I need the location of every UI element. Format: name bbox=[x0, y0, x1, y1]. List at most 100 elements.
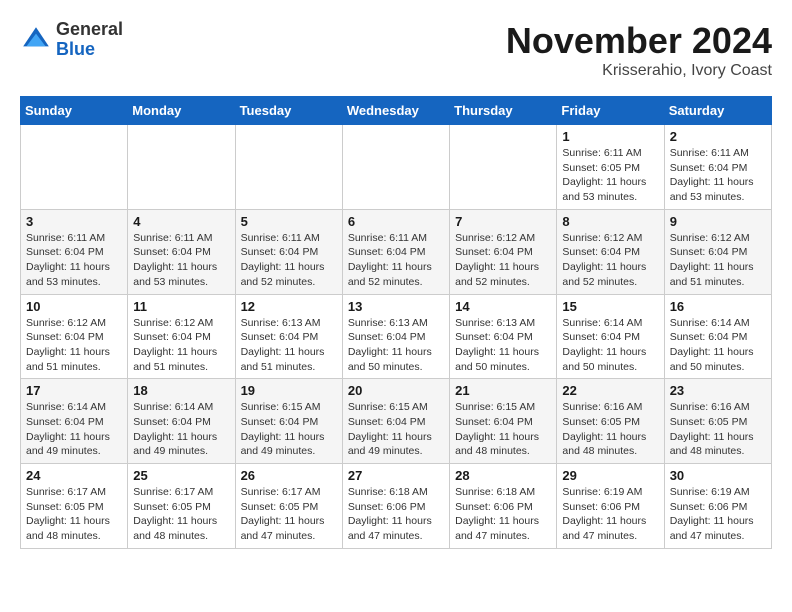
calendar-cell: 13 Sunrise: 6:13 AMSunset: 6:04 PMDayligh… bbox=[342, 294, 449, 379]
calendar-cell: 9 Sunrise: 6:12 AMSunset: 6:04 PMDaylight… bbox=[664, 209, 771, 294]
calendar-cell: 26 Sunrise: 6:17 AMSunset: 6:05 PMDayligh… bbox=[235, 464, 342, 549]
day-info: Sunrise: 6:17 AMSunset: 6:05 PMDaylight:… bbox=[133, 485, 229, 544]
calendar-cell bbox=[235, 125, 342, 210]
weekday-wednesday: Wednesday bbox=[342, 97, 449, 125]
day-info: Sunrise: 6:14 AMSunset: 6:04 PMDaylight:… bbox=[26, 400, 122, 459]
day-info: Sunrise: 6:12 AMSunset: 6:04 PMDaylight:… bbox=[455, 231, 551, 290]
day-number: 30 bbox=[670, 468, 766, 483]
day-number: 14 bbox=[455, 299, 551, 314]
calendar-cell: 15Sunrise: 6:14 AMSunset: 6:04 PMDayligh… bbox=[557, 294, 664, 379]
calendar-cell: 17 Sunrise: 6:14 AMSunset: 6:04 PMDayligh… bbox=[21, 379, 128, 464]
day-number: 7 bbox=[455, 214, 551, 229]
day-number: 8 bbox=[562, 214, 658, 229]
day-number: 29 bbox=[562, 468, 658, 483]
day-info: Sunrise: 6:11 AMSunset: 6:04 PMDaylight:… bbox=[348, 231, 444, 290]
weekday-friday: Friday bbox=[557, 97, 664, 125]
calendar-cell: 10Sunrise: 6:12 AMSunset: 6:04 PMDayligh… bbox=[21, 294, 128, 379]
calendar-cell: 5Sunrise: 6:11 AMSunset: 6:04 PMDaylight… bbox=[235, 209, 342, 294]
calendar-body: 1 Sunrise: 6:11 AMSunset: 6:05 PMDaylight… bbox=[21, 125, 772, 549]
logo: General Blue bbox=[20, 20, 123, 60]
calendar-cell: 6 Sunrise: 6:11 AMSunset: 6:04 PMDaylight… bbox=[342, 209, 449, 294]
day-number: 2 bbox=[670, 129, 766, 144]
day-info: Sunrise: 6:11 AMSunset: 6:04 PMDaylight:… bbox=[133, 231, 229, 290]
day-info: Sunrise: 6:17 AMSunset: 6:05 PMDaylight:… bbox=[241, 485, 337, 544]
day-info: Sunrise: 6:15 AMSunset: 6:04 PMDaylight:… bbox=[348, 400, 444, 459]
day-info: Sunrise: 6:11 AMSunset: 6:04 PMDaylight:… bbox=[241, 231, 337, 290]
calendar-cell: 12 Sunrise: 6:13 AMSunset: 6:04 PMDayligh… bbox=[235, 294, 342, 379]
day-info: Sunrise: 6:11 AMSunset: 6:05 PMDaylight:… bbox=[562, 146, 658, 205]
calendar-cell: 23Sunrise: 6:16 AMSunset: 6:05 PMDayligh… bbox=[664, 379, 771, 464]
weekday-thursday: Thursday bbox=[450, 97, 557, 125]
day-info: Sunrise: 6:18 AMSunset: 6:06 PMDaylight:… bbox=[455, 485, 551, 544]
calendar-cell: 29Sunrise: 6:19 AMSunset: 6:06 PMDayligh… bbox=[557, 464, 664, 549]
day-number: 13 bbox=[348, 299, 444, 314]
day-number: 17 bbox=[26, 383, 122, 398]
calendar-cell: 1 Sunrise: 6:11 AMSunset: 6:05 PMDaylight… bbox=[557, 125, 664, 210]
day-info: Sunrise: 6:14 AMSunset: 6:04 PMDaylight:… bbox=[133, 400, 229, 459]
page-header: General Blue November 2024 Krisserahio, … bbox=[20, 20, 772, 80]
day-number: 9 bbox=[670, 214, 766, 229]
calendar-cell bbox=[450, 125, 557, 210]
month-title: November 2024 bbox=[506, 20, 772, 62]
day-info: Sunrise: 6:13 AMSunset: 6:04 PMDaylight:… bbox=[241, 316, 337, 375]
day-number: 16 bbox=[670, 299, 766, 314]
day-number: 1 bbox=[562, 129, 658, 144]
weekday-saturday: Saturday bbox=[664, 97, 771, 125]
day-number: 20 bbox=[348, 383, 444, 398]
day-info: Sunrise: 6:14 AMSunset: 6:04 PMDaylight:… bbox=[670, 316, 766, 375]
day-number: 4 bbox=[133, 214, 229, 229]
calendar-cell: 2 Sunrise: 6:11 AMSunset: 6:04 PMDaylight… bbox=[664, 125, 771, 210]
logo-line1: General bbox=[56, 20, 123, 40]
logo-text: General Blue bbox=[56, 20, 123, 60]
day-number: 15 bbox=[562, 299, 658, 314]
calendar-cell: 25 Sunrise: 6:17 AMSunset: 6:05 PMDayligh… bbox=[128, 464, 235, 549]
day-info: Sunrise: 6:17 AMSunset: 6:05 PMDaylight:… bbox=[26, 485, 122, 544]
day-info: Sunrise: 6:12 AMSunset: 6:04 PMDaylight:… bbox=[133, 316, 229, 375]
day-number: 12 bbox=[241, 299, 337, 314]
calendar-cell: 28 Sunrise: 6:18 AMSunset: 6:06 PMDayligh… bbox=[450, 464, 557, 549]
day-number: 6 bbox=[348, 214, 444, 229]
calendar-cell: 8 Sunrise: 6:12 AMSunset: 6:04 PMDaylight… bbox=[557, 209, 664, 294]
day-number: 21 bbox=[455, 383, 551, 398]
day-info: Sunrise: 6:16 AMSunset: 6:05 PMDaylight:… bbox=[562, 400, 658, 459]
day-number: 27 bbox=[348, 468, 444, 483]
day-info: Sunrise: 6:11 AMSunset: 6:04 PMDaylight:… bbox=[26, 231, 122, 290]
calendar-header: SundayMondayTuesdayWednesdayThursdayFrid… bbox=[21, 97, 772, 125]
day-info: Sunrise: 6:12 AMSunset: 6:04 PMDaylight:… bbox=[670, 231, 766, 290]
calendar-week-5: 24Sunrise: 6:17 AMSunset: 6:05 PMDayligh… bbox=[21, 464, 772, 549]
calendar-week-3: 10Sunrise: 6:12 AMSunset: 6:04 PMDayligh… bbox=[21, 294, 772, 379]
calendar-cell: 20 Sunrise: 6:15 AMSunset: 6:04 PMDayligh… bbox=[342, 379, 449, 464]
day-info: Sunrise: 6:12 AMSunset: 6:04 PMDaylight:… bbox=[26, 316, 122, 375]
day-info: Sunrise: 6:12 AMSunset: 6:04 PMDaylight:… bbox=[562, 231, 658, 290]
day-info: Sunrise: 6:13 AMSunset: 6:04 PMDaylight:… bbox=[455, 316, 551, 375]
day-info: Sunrise: 6:13 AMSunset: 6:04 PMDaylight:… bbox=[348, 316, 444, 375]
calendar-cell bbox=[128, 125, 235, 210]
day-info: Sunrise: 6:11 AMSunset: 6:04 PMDaylight:… bbox=[670, 146, 766, 205]
weekday-tuesday: Tuesday bbox=[235, 97, 342, 125]
calendar-cell: 4 Sunrise: 6:11 AMSunset: 6:04 PMDaylight… bbox=[128, 209, 235, 294]
day-number: 18 bbox=[133, 383, 229, 398]
calendar-cell: 19 Sunrise: 6:15 AMSunset: 6:04 PMDayligh… bbox=[235, 379, 342, 464]
day-number: 19 bbox=[241, 383, 337, 398]
calendar-cell: 21 Sunrise: 6:15 AMSunset: 6:04 PMDayligh… bbox=[450, 379, 557, 464]
day-info: Sunrise: 6:18 AMSunset: 6:06 PMDaylight:… bbox=[348, 485, 444, 544]
calendar-week-1: 1 Sunrise: 6:11 AMSunset: 6:05 PMDaylight… bbox=[21, 125, 772, 210]
day-number: 25 bbox=[133, 468, 229, 483]
day-info: Sunrise: 6:15 AMSunset: 6:04 PMDaylight:… bbox=[241, 400, 337, 459]
weekday-header-row: SundayMondayTuesdayWednesdayThursdayFrid… bbox=[21, 97, 772, 125]
day-number: 22 bbox=[562, 383, 658, 398]
calendar-cell: 16 Sunrise: 6:14 AMSunset: 6:04 PMDayligh… bbox=[664, 294, 771, 379]
day-info: Sunrise: 6:15 AMSunset: 6:04 PMDaylight:… bbox=[455, 400, 551, 459]
day-number: 3 bbox=[26, 214, 122, 229]
calendar-cell: 3 Sunrise: 6:11 AMSunset: 6:04 PMDaylight… bbox=[21, 209, 128, 294]
calendar-cell bbox=[342, 125, 449, 210]
calendar-cell: 22 Sunrise: 6:16 AMSunset: 6:05 PMDayligh… bbox=[557, 379, 664, 464]
day-info: Sunrise: 6:19 AMSunset: 6:06 PMDaylight:… bbox=[670, 485, 766, 544]
calendar-cell: 18 Sunrise: 6:14 AMSunset: 6:04 PMDayligh… bbox=[128, 379, 235, 464]
calendar-cell: 27 Sunrise: 6:18 AMSunset: 6:06 PMDayligh… bbox=[342, 464, 449, 549]
day-number: 11 bbox=[133, 299, 229, 314]
calendar-cell: 24Sunrise: 6:17 AMSunset: 6:05 PMDayligh… bbox=[21, 464, 128, 549]
day-number: 28 bbox=[455, 468, 551, 483]
day-number: 26 bbox=[241, 468, 337, 483]
logo-icon bbox=[20, 24, 52, 56]
